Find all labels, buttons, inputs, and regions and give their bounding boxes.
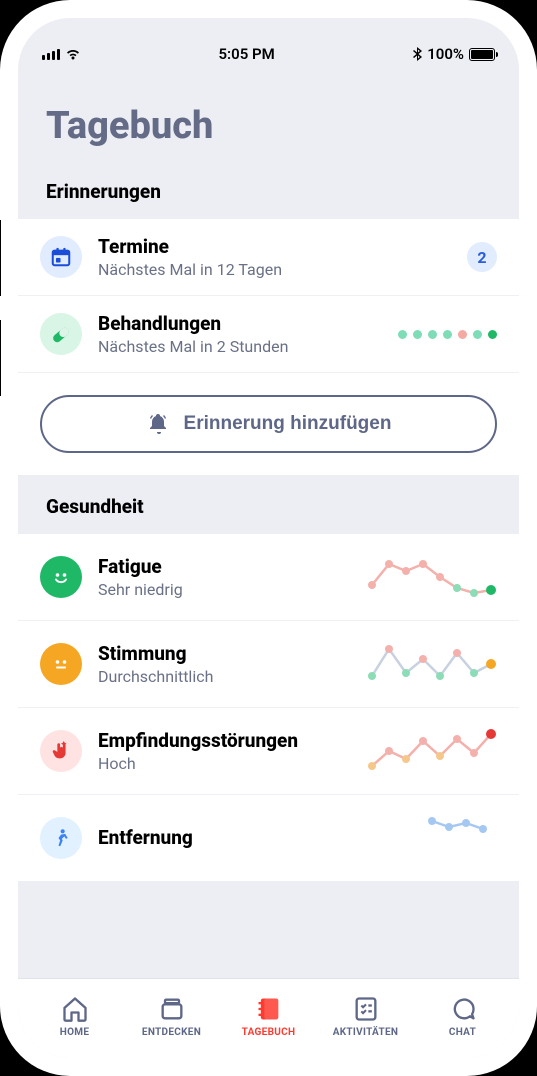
health-subtitle: Sehr niedrig xyxy=(98,580,351,599)
tab-discover[interactable]: ENTDECKEN xyxy=(123,995,220,1038)
reminder-row-termine[interactable]: Termine Nächstes Mal in 12 Tagen 2 xyxy=(18,219,519,296)
reminders-section-title: Erinnerungen xyxy=(18,180,519,219)
health-row-empfindung[interactable]: Empfindungsstörungen Hoch xyxy=(18,708,519,795)
screen: 5:05 PM 100% Tagebuch Erinnerungen Termi… xyxy=(18,18,519,1058)
wifi-icon xyxy=(65,48,81,60)
health-title: Empfindungsstörungen xyxy=(98,729,351,752)
treatment-dots xyxy=(398,330,497,339)
tab-home[interactable]: HOME xyxy=(26,995,123,1038)
health-section-title: Gesundheit xyxy=(18,475,519,534)
sparkline-chart xyxy=(367,726,497,776)
tab-label: ENTDECKEN xyxy=(142,1027,201,1038)
run-icon xyxy=(40,817,82,859)
tab-label: CHAT xyxy=(449,1027,476,1038)
neutral-face-icon xyxy=(40,643,82,685)
add-reminder-button[interactable]: Erinnerung hinzufügen xyxy=(40,395,497,453)
chat-icon xyxy=(449,995,477,1023)
health-row-entfernung[interactable]: Entfernung xyxy=(18,795,519,881)
battery-icon xyxy=(469,48,495,61)
reminder-row-behandlungen[interactable]: Behandlungen Nächstes Mal in 2 Stunden xyxy=(18,296,519,373)
status-bar: 5:05 PM 100% xyxy=(18,32,519,76)
content-area: Tagebuch Erinnerungen Termine Nächstes M… xyxy=(18,76,519,978)
signal-icon xyxy=(42,49,60,60)
diary-icon xyxy=(255,995,283,1023)
tab-label: AKTIVITÄTEN xyxy=(333,1027,398,1038)
volume-button xyxy=(0,220,1,296)
tab-chat[interactable]: CHAT xyxy=(414,995,511,1038)
tab-label: TAGEBUCH xyxy=(242,1027,296,1038)
health-row-stimmung[interactable]: Stimmung Durchschnittlich xyxy=(18,621,519,708)
health-title: Fatigue xyxy=(98,555,351,578)
health-subtitle: Hoch xyxy=(98,754,351,773)
health-list: Fatigue Sehr niedrig Stimmung Durchschni… xyxy=(18,534,519,881)
hand-alert-icon xyxy=(40,730,82,772)
health-title: Entfernung xyxy=(98,826,351,849)
battery-percent: 100% xyxy=(427,45,464,63)
count-badge: 2 xyxy=(467,242,497,272)
sparkline-chart xyxy=(367,639,497,689)
bell-icon xyxy=(146,412,170,436)
pill-icon xyxy=(40,313,82,355)
discover-icon xyxy=(158,995,186,1023)
reminder-subtitle: Nächstes Mal in 2 Stunden xyxy=(98,337,382,356)
page-title: Tagebuch xyxy=(18,76,519,180)
reminders-list: Termine Nächstes Mal in 12 Tagen 2 Behan… xyxy=(18,219,519,475)
calendar-icon xyxy=(40,236,82,278)
home-icon xyxy=(61,995,89,1023)
add-reminder-label: Erinnerung hinzufügen xyxy=(184,413,392,435)
smile-icon xyxy=(40,556,82,598)
tab-activities[interactable]: AKTIVITÄTEN xyxy=(317,995,414,1038)
tab-bar: HOME ENTDECKEN TAGEBUCH AKTIVITÄTEN CHAT xyxy=(18,978,519,1058)
reminder-title: Termine xyxy=(98,235,451,258)
sparkline-chart xyxy=(367,813,497,863)
reminder-title: Behandlungen xyxy=(98,312,382,335)
sparkline-chart xyxy=(367,552,497,602)
status-time: 5:05 PM xyxy=(218,45,274,63)
health-title: Stimmung xyxy=(98,642,351,665)
health-subtitle: Durchschnittlich xyxy=(98,667,351,686)
tab-diary[interactable]: TAGEBUCH xyxy=(220,995,317,1038)
checklist-icon xyxy=(352,995,380,1023)
tab-label: HOME xyxy=(60,1027,90,1038)
reminder-subtitle: Nächstes Mal in 12 Tagen xyxy=(98,260,451,279)
health-row-fatigue[interactable]: Fatigue Sehr niedrig xyxy=(18,534,519,621)
volume-button xyxy=(0,320,1,396)
phone-frame: 5:05 PM 100% Tagebuch Erinnerungen Termi… xyxy=(0,0,537,1076)
bluetooth-icon xyxy=(412,47,422,61)
